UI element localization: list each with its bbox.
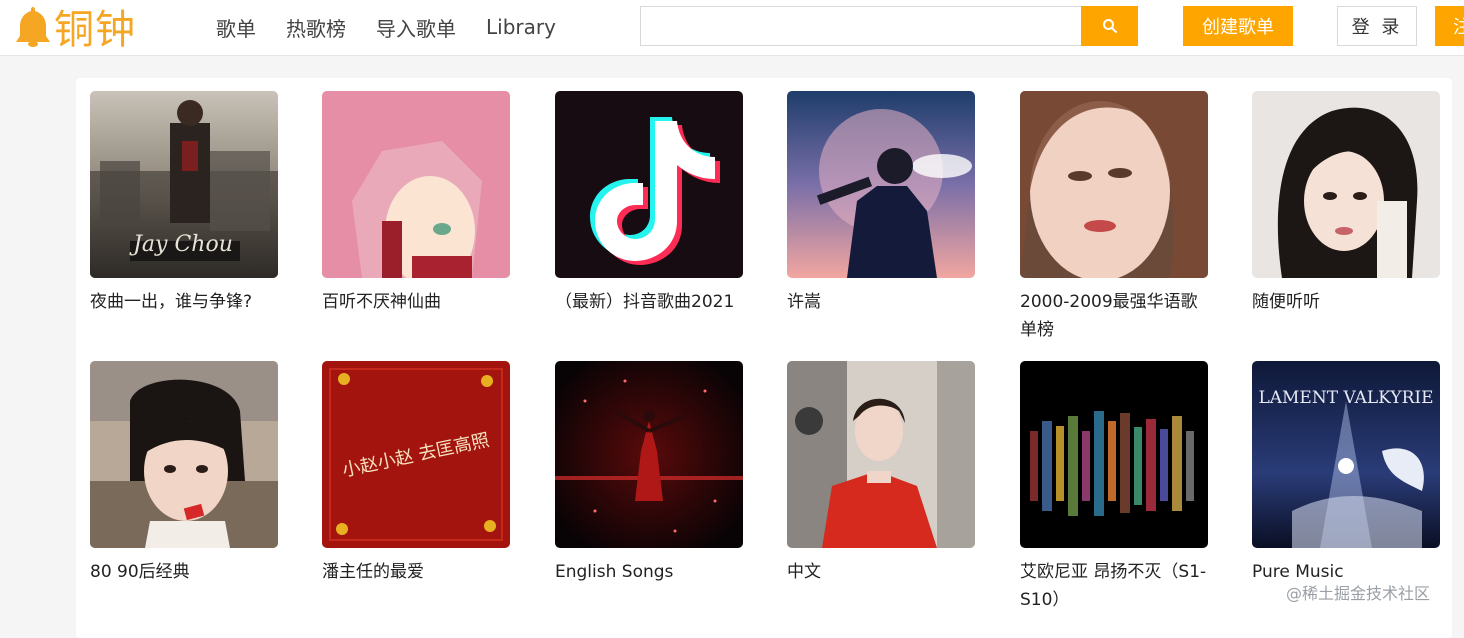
playlist-grid: Jay Chou 夜曲一出，谁与争锋? 百听不厌神仙曲 （最新）抖音歌曲2021…	[76, 78, 1452, 638]
playlist-card[interactable]: （最新）抖音歌曲2021	[555, 91, 743, 316]
playlist-cover[interactable]: 小赵小赵 去匡高照	[322, 361, 510, 548]
playlist-cover[interactable]	[1252, 91, 1440, 278]
playlist-cover[interactable]	[1020, 361, 1208, 548]
create-playlist-button[interactable]: 创建歌单	[1183, 6, 1293, 46]
search-icon	[1102, 19, 1117, 33]
playlist-card[interactable]: 小赵小赵 去匡高照 潘主任的最爱	[322, 361, 510, 586]
search-box	[640, 6, 1138, 46]
playlist-title[interactable]: 夜曲一出，谁与争锋?	[90, 288, 278, 316]
playlist-title[interactable]: 潘主任的最爱	[322, 558, 510, 586]
logo-text: 铜钟	[54, 7, 136, 53]
playlist-cover[interactable]	[322, 91, 510, 278]
playlist-title[interactable]: 许嵩	[787, 288, 975, 316]
playlist-card[interactable]: 百听不厌神仙曲	[322, 91, 510, 316]
playlist-cover[interactable]	[555, 91, 743, 278]
main-nav: 歌单 热歌榜 导入歌单 Library	[216, 0, 556, 54]
playlist-title[interactable]: 艾欧尼亚 昂扬不灭（S1-S10）	[1020, 558, 1208, 614]
playlist-card[interactable]: 随便听听	[1252, 91, 1440, 316]
bell-icon	[16, 7, 50, 47]
top-header: 铜钟 歌单 热歌榜 导入歌单 Library 创建歌单 登 录 注	[0, 0, 1464, 56]
cover-title-text: LAMENT VALKYRIE	[1258, 388, 1433, 408]
search-input[interactable]	[641, 7, 1081, 45]
playlist-title[interactable]: 80 90后经典	[90, 558, 278, 586]
playlist-card[interactable]: 艾欧尼亚 昂扬不灭（S1-S10）	[1020, 361, 1208, 614]
playlist-title[interactable]: （最新）抖音歌曲2021	[555, 288, 743, 316]
cover-title-text: Jay Chou	[129, 232, 233, 257]
playlist-card[interactable]: 2000-2009最强华语歌单榜	[1020, 91, 1208, 344]
playlist-card[interactable]: 80 90后经典	[90, 361, 278, 586]
playlist-cover[interactable]	[555, 361, 743, 548]
playlist-title[interactable]: 中文	[787, 558, 975, 586]
playlist-cover[interactable]	[787, 361, 975, 548]
login-button[interactable]: 登 录	[1337, 6, 1417, 46]
playlist-title[interactable]: 百听不厌神仙曲	[322, 288, 510, 316]
playlist-cover[interactable]: LAMENT VALKYRIE	[1252, 361, 1440, 548]
register-button[interactable]: 注	[1435, 6, 1464, 46]
logo[interactable]: 铜钟	[12, 2, 136, 53]
playlist-card[interactable]: LAMENT VALKYRIE Pure Music	[1252, 361, 1440, 586]
playlist-cover[interactable]	[787, 91, 975, 278]
nav-item-playlists[interactable]: 歌单	[216, 13, 256, 42]
search-button[interactable]	[1081, 6, 1138, 46]
playlist-card[interactable]: Jay Chou 夜曲一出，谁与争锋?	[90, 91, 278, 316]
playlist-title[interactable]: 2000-2009最强华语歌单榜	[1020, 288, 1208, 344]
nav-item-import-playlist[interactable]: 导入歌单	[376, 13, 456, 42]
playlist-title[interactable]: 随便听听	[1252, 288, 1440, 316]
playlist-cover[interactable]	[90, 361, 278, 548]
playlist-card[interactable]: English Songs	[555, 361, 743, 586]
nav-item-library[interactable]: Library	[486, 15, 556, 39]
playlist-title[interactable]: English Songs	[555, 558, 743, 586]
nav-item-hot-chart[interactable]: 热歌榜	[286, 13, 346, 42]
playlist-cover[interactable]	[1020, 91, 1208, 278]
playlist-cover[interactable]: Jay Chou	[90, 91, 278, 278]
playlist-card[interactable]: 许嵩	[787, 91, 975, 316]
playlist-card[interactable]: 中文	[787, 361, 975, 586]
watermark: @稀土掘金技术社区	[1286, 584, 1431, 603]
